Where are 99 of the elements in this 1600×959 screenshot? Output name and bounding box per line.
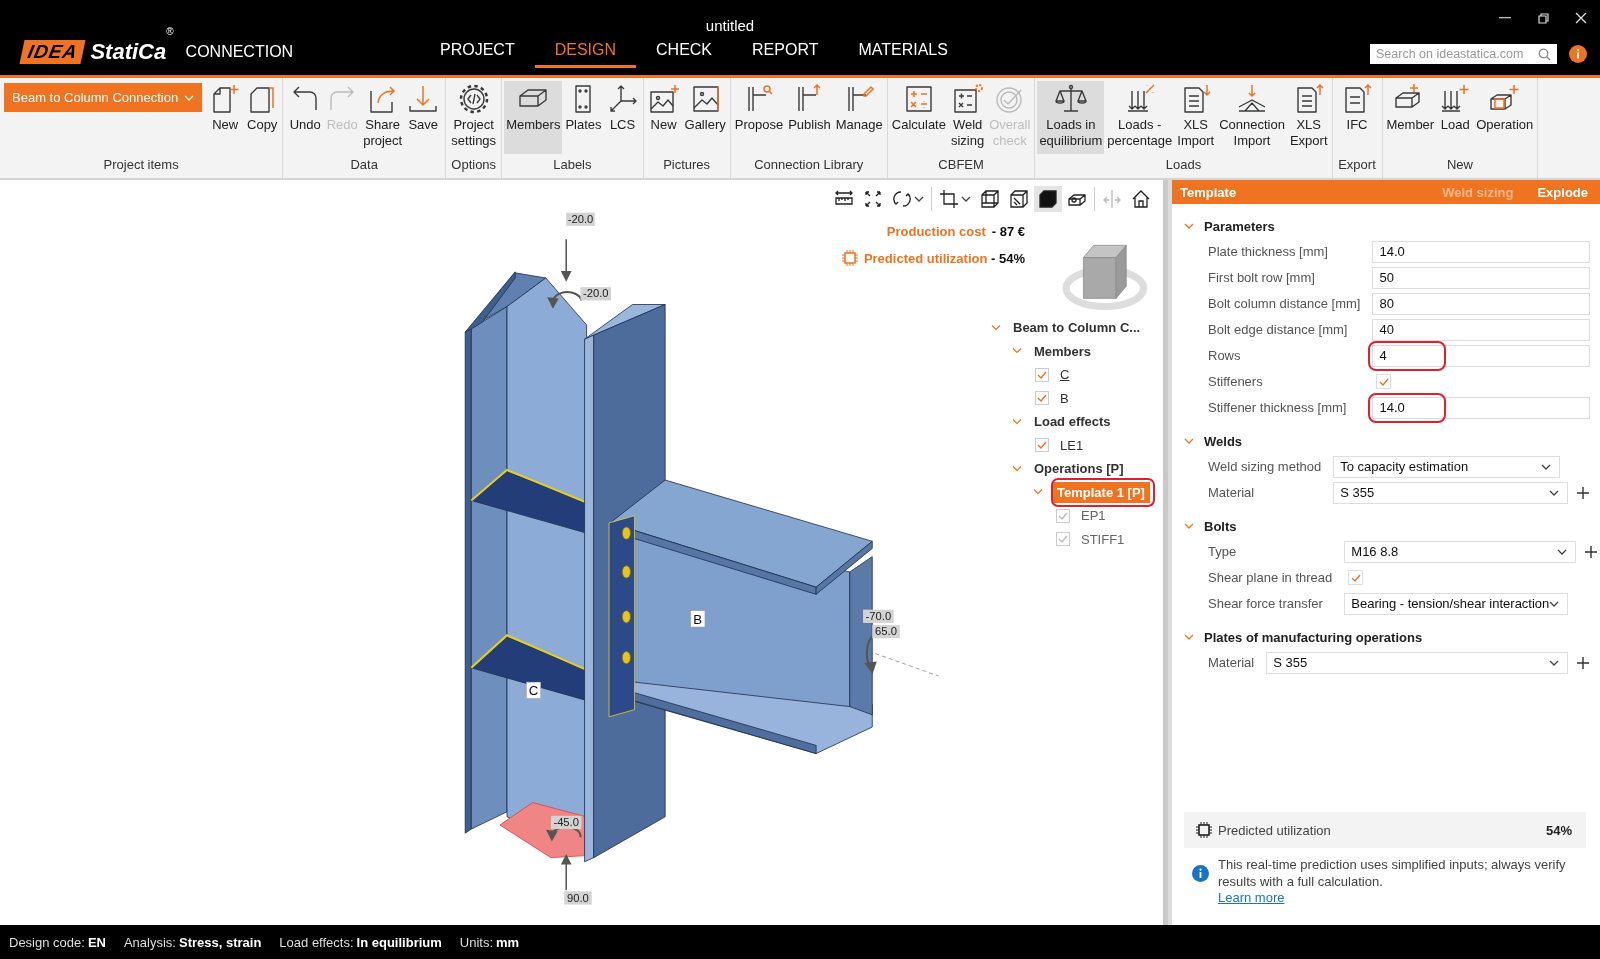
- ribbon-button[interactable]: XLS Import: [1175, 81, 1217, 154]
- field-label: Rows: [1208, 347, 1242, 365]
- utilization-label: Predicted utilization: [1218, 822, 1332, 838]
- field-label: Plate thickness [mm]: [1208, 243, 1329, 261]
- ribbon-button[interactable]: XLS Export: [1287, 81, 1330, 154]
- tree-item[interactable]: C: [1035, 363, 1150, 387]
- ribbon-button[interactable]: Members: [504, 81, 563, 154]
- ribbon-group-label: Pictures: [662, 156, 712, 174]
- status-item: Units: mm: [459, 934, 520, 950]
- load-value-label: 90.0: [564, 891, 592, 905]
- text-field[interactable]: 50: [1372, 266, 1590, 289]
- field-label: Material: [1208, 484, 1256, 502]
- ribbon-group-label: Export: [1337, 156, 1377, 174]
- text-field[interactable]: 4: [1372, 344, 1590, 367]
- registered-mark: ®: [166, 26, 174, 37]
- ribbon-button[interactable]: Calculate: [889, 81, 948, 154]
- tree-item[interactable]: Load effects: [1014, 410, 1150, 434]
- learn-more-link[interactable]: Learn more: [1218, 890, 1285, 905]
- field-label: Stiffener thickness [mm]: [1208, 399, 1348, 417]
- text-field[interactable]: 14.0: [1372, 240, 1590, 263]
- tree-item[interactable]: LE1: [1035, 433, 1150, 457]
- ribbon-button[interactable]: New: [207, 81, 244, 154]
- field-label: Weld sizing method: [1208, 458, 1322, 476]
- ribbon-group-label: Options: [450, 156, 498, 174]
- load-value-label: -70.0: [863, 609, 894, 623]
- ribbon-group-label: Labels: [552, 156, 593, 174]
- load-value-label: 65.0: [872, 624, 900, 639]
- menu-tab[interactable]: PROJECT: [420, 38, 535, 68]
- ribbon-button[interactable]: Copy: [244, 81, 281, 154]
- dropdown[interactable]: M16 8.8: [1344, 540, 1577, 563]
- ribbon-group-label: Project items: [102, 156, 180, 174]
- ribbon-button[interactable]: Undo: [287, 81, 324, 154]
- member-label: B: [690, 610, 706, 628]
- field-label: Shear plane in thread: [1208, 569, 1333, 587]
- dropdown[interactable]: S 355: [1266, 651, 1568, 674]
- search-field[interactable]: Search on ideastatica.com: [1370, 44, 1557, 64]
- menu-tab[interactable]: CHECK: [636, 38, 733, 68]
- ribbon-button[interactable]: Member: [1384, 81, 1437, 154]
- ribbon-button[interactable]: Manage: [833, 81, 885, 154]
- dropdown[interactable]: To capacity estimation: [1333, 455, 1560, 478]
- ribbon-button[interactable]: Weld sizing: [948, 81, 987, 154]
- ribbon-group-label: Loads: [1164, 156, 1203, 174]
- product-name: CONNECTION: [185, 42, 294, 61]
- ribbon-button[interactable]: IFC: [1339, 81, 1375, 154]
- section-header[interactable]: Plates of manufacturing operations: [1184, 624, 1590, 650]
- ribbon-button[interactable]: New: [645, 81, 682, 154]
- field-label: Shear force transfer: [1208, 595, 1324, 613]
- section-header[interactable]: Parameters: [1184, 213, 1590, 239]
- logo-wordmark: StatiCa: [90, 38, 167, 65]
- ribbon-group-label: Connection Library: [753, 156, 865, 174]
- text-field[interactable]: 80: [1372, 292, 1590, 315]
- tree-item[interactable]: Operations [P]: [1014, 457, 1150, 481]
- dropdown[interactable]: S 355: [1333, 481, 1568, 504]
- tree-item[interactable]: Members: [1014, 339, 1150, 363]
- ribbon-button[interactable]: Plates: [563, 81, 604, 154]
- field-label: Bolt column distance [mm]: [1208, 295, 1361, 313]
- field-label: Bolt edge distance [mm]: [1208, 321, 1349, 339]
- ribbon-group-label: CBFEM: [937, 156, 985, 174]
- tree-item[interactable]: B: [1035, 386, 1150, 410]
- status-item: Analysis: Stress, strain: [123, 934, 262, 950]
- status-item: Load effects: In equilibrium: [279, 934, 442, 950]
- menu-tab[interactable]: DESIGN: [534, 38, 636, 68]
- ribbon-button[interactable]: Propose: [732, 81, 786, 154]
- load-value-label: -20.0: [580, 287, 612, 301]
- ribbon-group-label: New: [1445, 156, 1474, 174]
- ribbon-button[interactable]: Publish: [786, 81, 833, 154]
- panel-title: Template: [1180, 184, 1238, 200]
- dropdown[interactable]: Bearing - tension/shear interaction: [1344, 592, 1569, 615]
- ribbon-button[interactable]: Loads in equilibrium: [1037, 81, 1105, 154]
- logo-mark: IDEA: [19, 39, 86, 64]
- field-label: First bolt row [mm]: [1208, 269, 1316, 287]
- field-label: Material: [1208, 654, 1255, 672]
- predicted-utilization-text: Predicted utilization - 54%: [863, 250, 1025, 266]
- ribbon-button[interactable]: Loads - percentage: [1105, 81, 1175, 154]
- ribbon-button[interactable]: Gallery: [682, 81, 728, 154]
- load-value-label: -20.0: [566, 212, 595, 226]
- info-text: This real-time prediction uses simplified inputs; always verify results with a full calculation.: [1218, 856, 1567, 890]
- ribbon-button[interactable]: Share project: [361, 81, 405, 154]
- production-cost-text: Production cost - 87 €: [886, 224, 1025, 239]
- menu-tab[interactable]: MATERIALS: [838, 38, 968, 68]
- ribbon-button[interactable]: Operation: [1474, 81, 1536, 154]
- ribbon-button[interactable]: Project settings: [449, 81, 499, 154]
- ribbon-button[interactable]: Connection Import: [1217, 81, 1287, 154]
- ribbon-button[interactable]: LCS: [604, 81, 641, 154]
- menu-tab[interactable]: REPORT: [732, 38, 839, 68]
- member-label: C: [526, 681, 541, 699]
- ribbon-button[interactable]: Save: [405, 81, 442, 154]
- field-label: Type: [1208, 543, 1238, 561]
- window-title: untitled: [704, 16, 756, 31]
- section-header[interactable]: Welds: [1184, 428, 1590, 454]
- utilization-value: 54%: [1545, 822, 1572, 838]
- text-field[interactable]: 14.0: [1372, 396, 1590, 419]
- tree-item[interactable]: Beam to Column C...: [993, 316, 1150, 340]
- text-field[interactable]: 40: [1372, 318, 1590, 341]
- ribbon-button[interactable]: Load: [1437, 81, 1474, 154]
- field-label: Stiffeners: [1208, 373, 1264, 391]
- status-item: Design code: EN: [9, 934, 106, 950]
- ribbon-group-label: Data: [349, 156, 379, 174]
- section-header[interactable]: Bolts: [1184, 513, 1590, 539]
